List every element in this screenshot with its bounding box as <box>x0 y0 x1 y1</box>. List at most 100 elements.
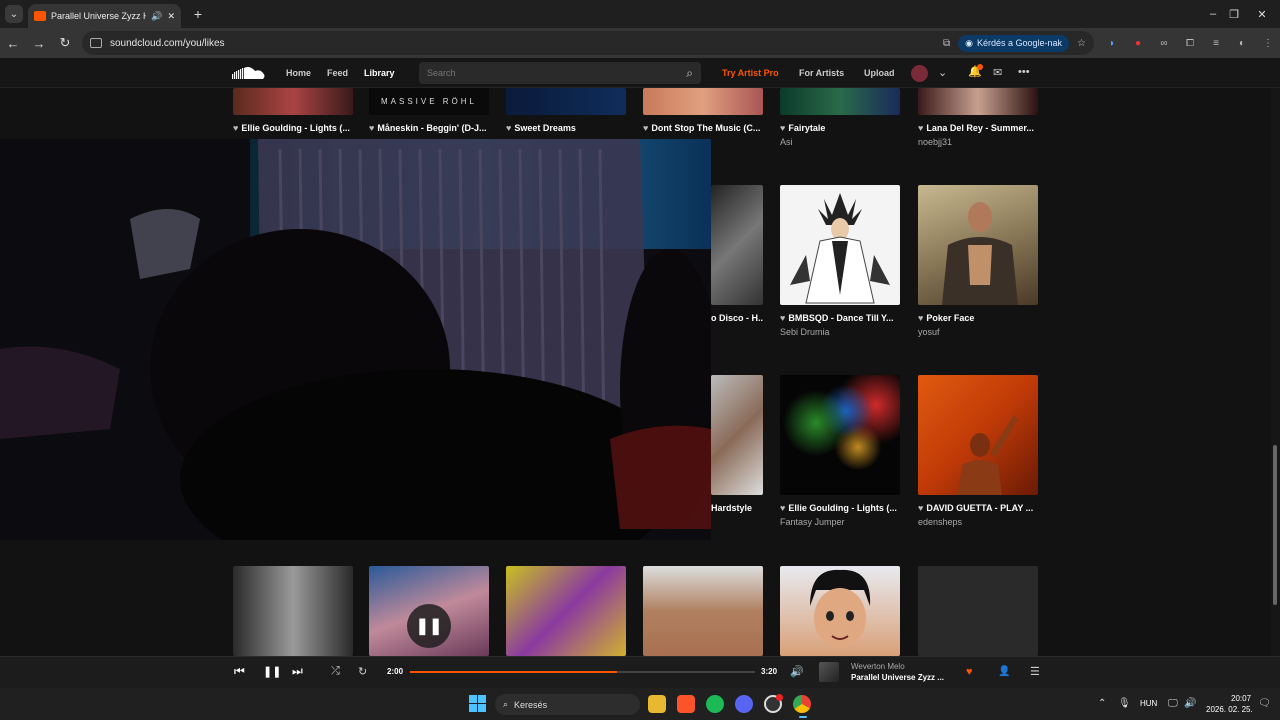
track-artist[interactable]: edensheps <box>918 517 962 527</box>
menu-kebab-icon[interactable]: ⋮ <box>1260 38 1276 49</box>
heart-icon[interactable]: ♥ <box>369 123 374 133</box>
profile-icon[interactable]: ◐ <box>1234 38 1250 49</box>
url-text[interactable]: soundcloud.com/you/likes <box>110 38 935 49</box>
try-artist-pro-link[interactable]: Try Artist Pro <box>722 68 779 78</box>
google-ask-button[interactable]: ◉ Kérdés a Google-nak <box>958 34 1070 52</box>
windows-start-icon[interactable] <box>469 695 486 712</box>
back-icon[interactable]: ← <box>0 36 26 51</box>
heart-icon[interactable]: ♥ <box>918 503 923 513</box>
scrollbar-thumb[interactable] <box>1273 445 1277 605</box>
track-title[interactable]: ♥ Sweet Dreams <box>506 123 628 133</box>
extensions-puzzle-icon[interactable]: ⧠ <box>1182 38 1198 49</box>
track-title[interactable]: ♥ Måneskin - Beggin' (D-J... <box>369 123 491 133</box>
search-icon[interactable]: ⌕ <box>686 66 693 81</box>
nav-home[interactable]: Home <box>286 68 311 78</box>
track-artwork[interactable] <box>506 566 626 656</box>
nav-library[interactable]: Library <box>364 68 395 78</box>
browser-tab[interactable]: Parallel Universe Zyzz Hards 🔊 ✕ <box>28 4 181 28</box>
track-title[interactable]: ♥ Lana Del Rey - Summer... <box>918 123 1040 133</box>
clock-time[interactable]: 20:07 <box>1231 694 1251 703</box>
tab-close-icon[interactable]: ✕ <box>167 11 175 22</box>
heart-icon[interactable]: ♥ <box>780 123 785 133</box>
heart-icon[interactable]: ♥ <box>233 123 238 133</box>
spotify-icon[interactable] <box>706 695 724 713</box>
track-artwork[interactable] <box>711 185 763 305</box>
current-track-thumbnail[interactable] <box>819 662 839 682</box>
progress-track[interactable] <box>410 671 755 673</box>
brave-browser-icon[interactable] <box>677 695 695 713</box>
current-track-title[interactable]: Parallel Universe Zyzz ... <box>851 673 944 682</box>
extension-icon[interactable]: ◗ <box>1104 38 1120 49</box>
like-heart-icon[interactable]: ♥ <box>966 666 973 678</box>
track-artist[interactable]: yosuf <box>918 327 940 337</box>
for-artists-link[interactable]: For Artists <box>799 68 844 78</box>
track-artwork[interactable] <box>918 88 1038 115</box>
track-artist[interactable]: Sebi Drumia <box>780 327 830 337</box>
chevron-down-icon[interactable]: ⌄ <box>938 66 947 79</box>
track-artwork[interactable] <box>233 88 353 115</box>
track-title[interactable]: o Disco - H... <box>711 313 763 323</box>
file-explorer-icon[interactable] <box>648 695 666 713</box>
track-title[interactable]: ♥ Poker Face <box>918 313 1040 323</box>
track-artist[interactable]: Asi <box>780 137 793 147</box>
track-artwork[interactable] <box>918 375 1038 495</box>
tray-chevron-icon[interactable]: ⌃ <box>1098 698 1106 709</box>
track-artist[interactable]: Fantasy Jumper <box>780 517 845 527</box>
extension-icon[interactable]: ● <box>1130 38 1146 49</box>
chrome-icon[interactable] <box>793 695 811 713</box>
speaker-icon[interactable]: 🔊 <box>151 11 162 22</box>
clock-date[interactable]: 2026. 02. 25. <box>1206 705 1253 714</box>
track-artwork[interactable] <box>780 375 900 495</box>
track-artwork[interactable] <box>780 88 900 115</box>
extension-icon[interactable]: ∞ <box>1156 38 1172 49</box>
queue-list-icon[interactable]: ☰ <box>1030 665 1040 678</box>
shuffle-icon[interactable]: ⤮ <box>331 665 340 678</box>
reading-list-icon[interactable]: ≡ <box>1208 38 1224 49</box>
new-tab-button[interactable]: + <box>187 6 209 22</box>
follow-user-icon[interactable]: 👤 <box>998 666 1010 677</box>
heart-icon[interactable]: ♥ <box>780 503 785 513</box>
install-app-icon[interactable]: ⧉ <box>943 38 950 49</box>
track-title[interactable]: Hardstyle <box>711 503 763 513</box>
track-artwork[interactable]: MASSIVE RÖHL <box>369 88 489 115</box>
upload-link[interactable]: Upload <box>864 68 895 78</box>
repeat-icon[interactable]: ↻ <box>358 665 367 678</box>
discord-icon[interactable] <box>735 695 753 713</box>
nav-feed[interactable]: Feed <box>327 68 348 78</box>
track-artist[interactable]: noebjj31 <box>918 137 952 147</box>
input-language[interactable]: HUN <box>1140 699 1157 708</box>
track-title[interactable]: ♥ DAVID GUETTA - PLAY ... <box>918 503 1040 513</box>
omnibox[interactable]: soundcloud.com/you/likes ⧉ ◉ Kérdés a Goo… <box>82 31 1094 55</box>
microphone-icon[interactable]: 🎙 <box>1118 698 1131 709</box>
track-artwork[interactable] <box>711 375 763 495</box>
track-artwork[interactable] <box>506 88 626 115</box>
track-title[interactable]: ♥ Ellie Goulding - Lights (... <box>780 503 902 513</box>
heart-icon[interactable]: ♥ <box>780 313 785 323</box>
pause-icon[interactable]: ❚❚ <box>263 665 281 678</box>
reload-icon[interactable]: ↻ <box>52 35 78 51</box>
next-track-icon[interactable]: ⏭ <box>292 664 303 679</box>
network-icon[interactable]: 🖵 <box>1168 698 1178 709</box>
messages-icon[interactable]: ✉ <box>993 66 1002 79</box>
previous-track-icon[interactable]: ⏮ <box>234 664 245 679</box>
bookmark-star-icon[interactable]: ☆ <box>1077 38 1086 49</box>
track-artwork[interactable] <box>643 566 763 656</box>
heart-icon[interactable]: ♥ <box>506 123 511 133</box>
track-artwork[interactable] <box>233 566 353 656</box>
tab-list-button[interactable]: ⌄ <box>5 5 23 23</box>
track-title[interactable]: ♥ BMBSQD - Dance Till Y... <box>780 313 902 323</box>
avatar[interactable] <box>911 65 928 82</box>
close-window-button[interactable]: ✕ <box>1245 0 1279 28</box>
volume-icon[interactable]: 🔊 <box>790 665 804 678</box>
track-title[interactable]: ♥ Fairytale <box>780 123 902 133</box>
track-artwork[interactable] <box>643 88 763 115</box>
track-artwork[interactable] <box>780 566 900 656</box>
current-artist[interactable]: Weverton Melo <box>851 662 905 671</box>
heart-icon[interactable]: ♥ <box>918 313 923 323</box>
search-input[interactable]: Search ⌕ <box>419 62 701 84</box>
heart-icon[interactable]: ♥ <box>918 123 923 133</box>
heart-icon[interactable]: ♥ <box>643 123 648 133</box>
forward-icon[interactable]: → <box>26 36 52 51</box>
more-options-icon[interactable]: ••• <box>1018 66 1030 78</box>
taskbar-search[interactable]: ⌕ Keresés <box>495 694 640 715</box>
